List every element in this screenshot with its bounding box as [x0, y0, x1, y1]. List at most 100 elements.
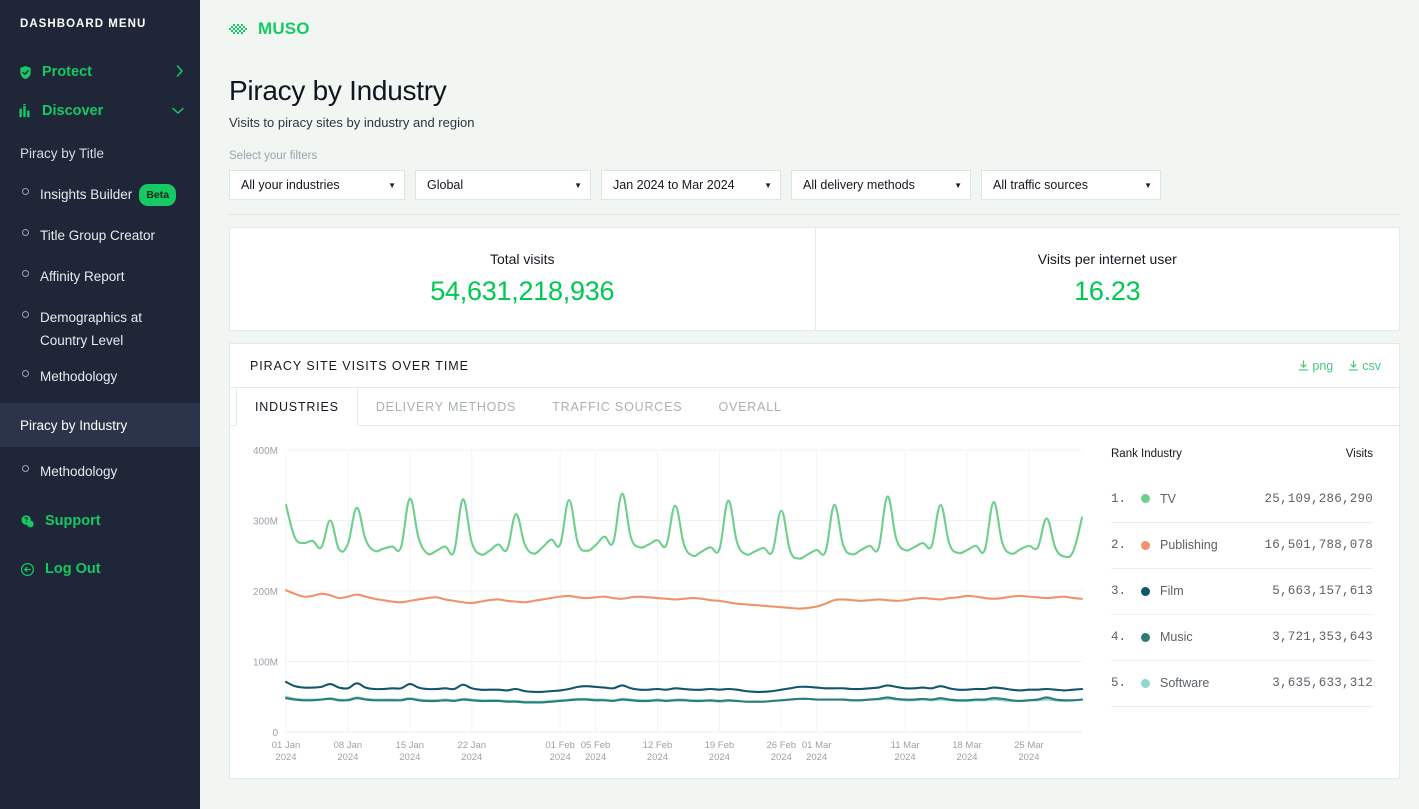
line-chart[interactable]: 0 100M 200M 300M 400M 01 Jan 2024 08 Jan 2024 15 … — [242, 436, 1095, 774]
legend-industry: Film — [1141, 568, 1238, 615]
delivery-methods-filter[interactable]: All delivery methods ▼ — [791, 170, 971, 200]
logout-icon — [20, 562, 35, 577]
industries-filter[interactable]: All your industries ▼ — [229, 170, 405, 200]
bar-chart-icon — [18, 103, 33, 119]
legend-rank: 4. — [1111, 614, 1141, 661]
sidebar-item-label: Discover — [42, 103, 104, 119]
legend-row[interactable]: 2. Publishing 16,501,788,078 — [1111, 522, 1373, 569]
sidebar-item-affinity-report[interactable]: Affinity Report — [0, 265, 200, 293]
sidebar-item-title-group-creator[interactable]: Title Group Creator — [0, 224, 200, 252]
filters-row: All your industries ▼ Global ▼ Jan 2024 … — [229, 170, 1419, 200]
date-range-filter[interactable]: Jan 2024 to Mar 2024 ▼ — [601, 170, 781, 200]
x-axis-tick-label: 2024 — [275, 752, 296, 763]
traffic-sources-filter-value: All traffic sources — [993, 178, 1088, 192]
sidebar-group-piracy-by-industry[interactable]: Piracy by Industry — [0, 403, 200, 448]
legend-color-dot — [1141, 678, 1150, 688]
bullet-icon — [22, 188, 29, 195]
region-filter[interactable]: Global ▼ — [415, 170, 591, 200]
legend-industry: TV — [1141, 476, 1238, 523]
sidebar-item-methodology-industry[interactable]: Methodology — [0, 460, 200, 488]
page-header: Piracy by Industry Visits to piracy site… — [200, 39, 1419, 200]
legend-rank: 5. — [1111, 660, 1141, 707]
x-axis-tick-label: 2024 — [647, 752, 668, 763]
brand-logo-text: MUSO — [258, 19, 310, 38]
legend-rank: 1. — [1111, 476, 1141, 523]
beta-badge: Beta — [139, 184, 177, 207]
legend-color-dot — [1141, 632, 1150, 642]
download-csv-label: csv — [1362, 358, 1381, 373]
chevron-down-icon — [172, 105, 184, 117]
tab-overall[interactable]: OVERALL — [700, 388, 799, 425]
legend-row[interactable]: 1. TV 25,109,286,290 — [1111, 476, 1373, 523]
stat-value: 54,631,218,936 — [430, 276, 615, 306]
y-axis-tick-label: 300M — [253, 517, 278, 528]
bullet-icon — [22, 465, 29, 473]
sidebar-item-protect[interactable]: Protect — [0, 58, 200, 86]
download-icon — [1348, 359, 1359, 371]
legend-panel: Rank Industry Visits 1. TV 25,109,286,290 2… — [1095, 436, 1387, 774]
tab-industries[interactable]: INDUSTRIES — [236, 388, 358, 426]
chart-series-tv — [284, 492, 1084, 560]
download-png-label: png — [1312, 358, 1334, 373]
chevron-down-icon: ▼ — [1144, 180, 1152, 190]
x-axis-tick-label: 25 Mar — [1014, 740, 1044, 751]
stat-label: Total visits — [489, 251, 555, 267]
x-axis-tick-label: 05 Feb — [581, 740, 611, 751]
x-axis-tick-label: 2024 — [585, 752, 606, 763]
sidebar-item-demographics-at-country-level[interactable]: Demographics at Country Level — [0, 306, 200, 352]
sidebar-item-label: Insights Builder — [40, 187, 133, 202]
sidebar-item-insights-builder[interactable]: Insights Builder Beta — [0, 183, 200, 211]
chart-card-header: PIRACY SITE VISITS OVER TIME png csv — [230, 344, 1399, 388]
legend-industry: Software — [1141, 660, 1238, 707]
x-axis-tick-label: 2024 — [1018, 752, 1039, 763]
chart-tabs: INDUSTRIES DELIVERY METHODS TRAFFIC SOUR… — [230, 388, 1399, 426]
legend-industry-label: Software — [1160, 676, 1210, 690]
legend-header-visits: Visits — [1345, 448, 1373, 460]
legend-visits: 3,635,633,312 — [1237, 660, 1373, 707]
sidebar-item-label: Affinity Report — [40, 269, 125, 284]
chart-card: PIRACY SITE VISITS OVER TIME png csv IND… — [229, 343, 1400, 779]
x-axis-tick-label: 12 Feb — [643, 740, 673, 751]
sidebar-item-methodology-title[interactable]: Methodology — [0, 365, 200, 393]
sidebar-item-label: Demographics at Country Level — [40, 310, 143, 349]
bullet-icon — [22, 229, 29, 236]
sidebar-item-discover[interactable]: Discover — [0, 97, 200, 125]
x-axis-tick-label: 2024 — [550, 752, 571, 763]
legend-header-rank: Rank — [1111, 448, 1138, 460]
traffic-sources-filter[interactable]: All traffic sources ▼ — [981, 170, 1161, 200]
legend-visits: 16,501,788,078 — [1237, 522, 1373, 569]
date-range-filter-value: Jan 2024 to Mar 2024 — [613, 178, 735, 192]
shield-check-icon — [18, 65, 33, 80]
x-axis-tick-label: 2024 — [709, 752, 730, 763]
x-axis-tick-label: 15 Jan — [396, 740, 425, 751]
legend-row[interactable]: 5. Software 3,635,633,312 — [1111, 660, 1373, 707]
download-csv-button[interactable]: csv — [1348, 359, 1381, 373]
sidebar-item-support[interactable]: Support — [0, 506, 200, 536]
sidebar-item-label: Title Group Creator — [40, 228, 156, 243]
legend-industry-label: Publishing — [1160, 538, 1218, 552]
legend-header-industry: Industry — [1141, 448, 1182, 460]
chart-title: PIRACY SITE VISITS OVER TIME — [250, 358, 469, 373]
app-root: DASHBOARD MENU Protect Discover Piracy b… — [0, 0, 1419, 809]
download-png-button[interactable]: png — [1298, 359, 1333, 373]
tab-delivery-methods[interactable]: DELIVERY METHODS — [358, 388, 534, 425]
x-axis-tick-label: 2024 — [771, 752, 792, 763]
legend-industry-label: Film — [1160, 584, 1184, 598]
legend-table: Rank Industry Visits 1. TV 25,109,286,290 2… — [1111, 448, 1373, 707]
stats-card: Total visits 54,631,218,936 Visits per i… — [229, 227, 1400, 331]
stat-total-visits: Total visits 54,631,218,936 — [230, 228, 815, 330]
chevron-down-icon: ▼ — [388, 180, 396, 190]
sidebar-item-log-out[interactable]: Log Out — [0, 554, 200, 584]
x-axis-tick-label: 26 Feb — [766, 740, 796, 751]
chevron-down-icon: ▼ — [764, 180, 772, 190]
sidebar-group-piracy-by-title[interactable]: Piracy by Title — [0, 136, 200, 170]
legend-rank: 3. — [1111, 568, 1141, 615]
legend-row[interactable]: 4. Music 3,721,353,643 — [1111, 614, 1373, 661]
muso-diamond-icon — [229, 24, 247, 34]
chat-help-icon — [20, 514, 35, 529]
tab-traffic-sources[interactable]: TRAFFIC SOURCES — [534, 388, 700, 425]
dashboard-menu-title: DASHBOARD MENU — [20, 18, 147, 30]
brand-logo[interactable]: MUSO — [200, 0, 1419, 39]
x-axis-tick-label: 2024 — [337, 752, 358, 763]
legend-row[interactable]: 3. Film 5,663,157,613 — [1111, 568, 1373, 615]
